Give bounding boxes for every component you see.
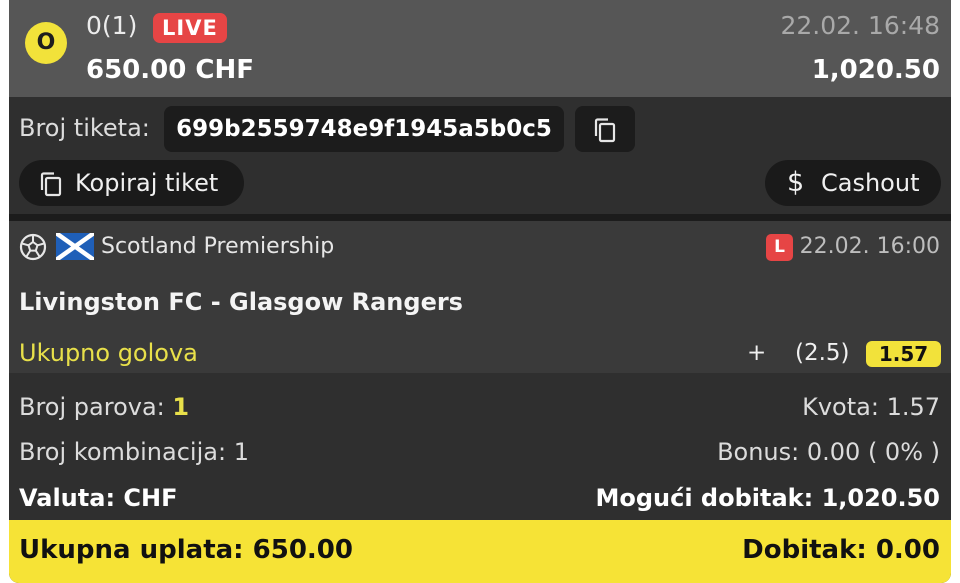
scotland-flag-icon bbox=[56, 233, 94, 260]
currency-label: Valuta: bbox=[19, 484, 116, 512]
pairs-row: Broj parova: 1 bbox=[19, 393, 189, 421]
combinations-value: 1 bbox=[233, 438, 249, 466]
ticket-id-value: 699b2559748e9f1945a5b0c5 bbox=[164, 106, 564, 152]
ticket-status-icon: O bbox=[25, 22, 67, 64]
combinations-row: Broj kombinacija: 1 bbox=[19, 438, 249, 466]
selection-line: (2.5) bbox=[795, 340, 850, 366]
odds-label: Kvota: bbox=[802, 393, 879, 421]
dollar-icon: $ bbox=[787, 167, 805, 198]
copy-id-button[interactable] bbox=[575, 106, 635, 152]
win-amount: Dobitak: 0.00 bbox=[742, 535, 940, 565]
total-stake-value: 650.00 bbox=[252, 535, 353, 565]
pairs-value: 1 bbox=[172, 393, 190, 421]
odds-row: Kvota: 1.57 bbox=[802, 393, 940, 421]
cashout-label: Cashout bbox=[821, 169, 920, 197]
market-name: Ukupno golova bbox=[19, 339, 198, 367]
ticket-id-label: Broj tiketa: bbox=[19, 114, 150, 142]
live-badge: LIVE bbox=[153, 13, 227, 43]
total-stake: Ukupna uplata: 650.00 bbox=[19, 535, 353, 565]
league-name: Scotland Premiership bbox=[101, 234, 335, 259]
copy-icon bbox=[40, 172, 62, 197]
odd-badge: 1.57 bbox=[866, 341, 941, 367]
bonus-value: 0.00 ( 0% ) bbox=[806, 438, 940, 466]
ticket-stake: 650.00 CHF bbox=[86, 55, 254, 85]
total-stake-label: Ukupna uplata: bbox=[19, 535, 244, 565]
combinations-label: Broj kombinacija: bbox=[19, 438, 227, 466]
copy-ticket-button[interactable]: Kopiraj tiket bbox=[19, 160, 244, 206]
bonus-label: Bonus: bbox=[717, 438, 800, 466]
divider bbox=[9, 214, 951, 221]
currency-value: CHF bbox=[123, 484, 178, 512]
possible-win-row: Mogući dobitak: 1,020.50 bbox=[595, 484, 940, 512]
match-teams: Livingston FC - Glasgow Rangers bbox=[19, 288, 463, 316]
win-label: Dobitak: bbox=[742, 535, 867, 565]
cashout-button[interactable]: $ Cashout bbox=[765, 160, 941, 206]
copy-icon bbox=[594, 118, 616, 143]
currency-row: Valuta: CHF bbox=[19, 484, 178, 512]
win-value: 0.00 bbox=[875, 535, 940, 565]
ticket-count: 0(1) bbox=[86, 11, 138, 40]
football-icon bbox=[19, 233, 47, 261]
ticket-header[interactable]: O 0(1) LIVE 22.02. 16:48 650.00 CHF 1,02… bbox=[9, 0, 951, 97]
ticket-payout: 1,020.50 bbox=[811, 55, 940, 85]
bonus-row: Bonus: 0.00 ( 0% ) bbox=[717, 438, 940, 466]
possible-win-label: Mogući dobitak: bbox=[595, 484, 814, 512]
copy-ticket-label: Kopiraj tiket bbox=[75, 169, 219, 197]
selection-sign: + bbox=[747, 340, 767, 366]
ticket-card: O 0(1) LIVE 22.02. 16:48 650.00 CHF 1,02… bbox=[9, 0, 951, 583]
ticket-footer: Ukupna uplata: 650.00 Dobitak: 0.00 bbox=[9, 520, 951, 583]
match-date: 22.02. 16:00 bbox=[799, 234, 940, 259]
ticket-date: 22.02. 16:48 bbox=[780, 11, 940, 40]
live-indicator-badge: L bbox=[766, 234, 793, 261]
possible-win-value: 1,020.50 bbox=[821, 484, 940, 512]
pairs-label: Broj parova: bbox=[19, 393, 165, 421]
odds-value: 1.57 bbox=[886, 393, 940, 421]
